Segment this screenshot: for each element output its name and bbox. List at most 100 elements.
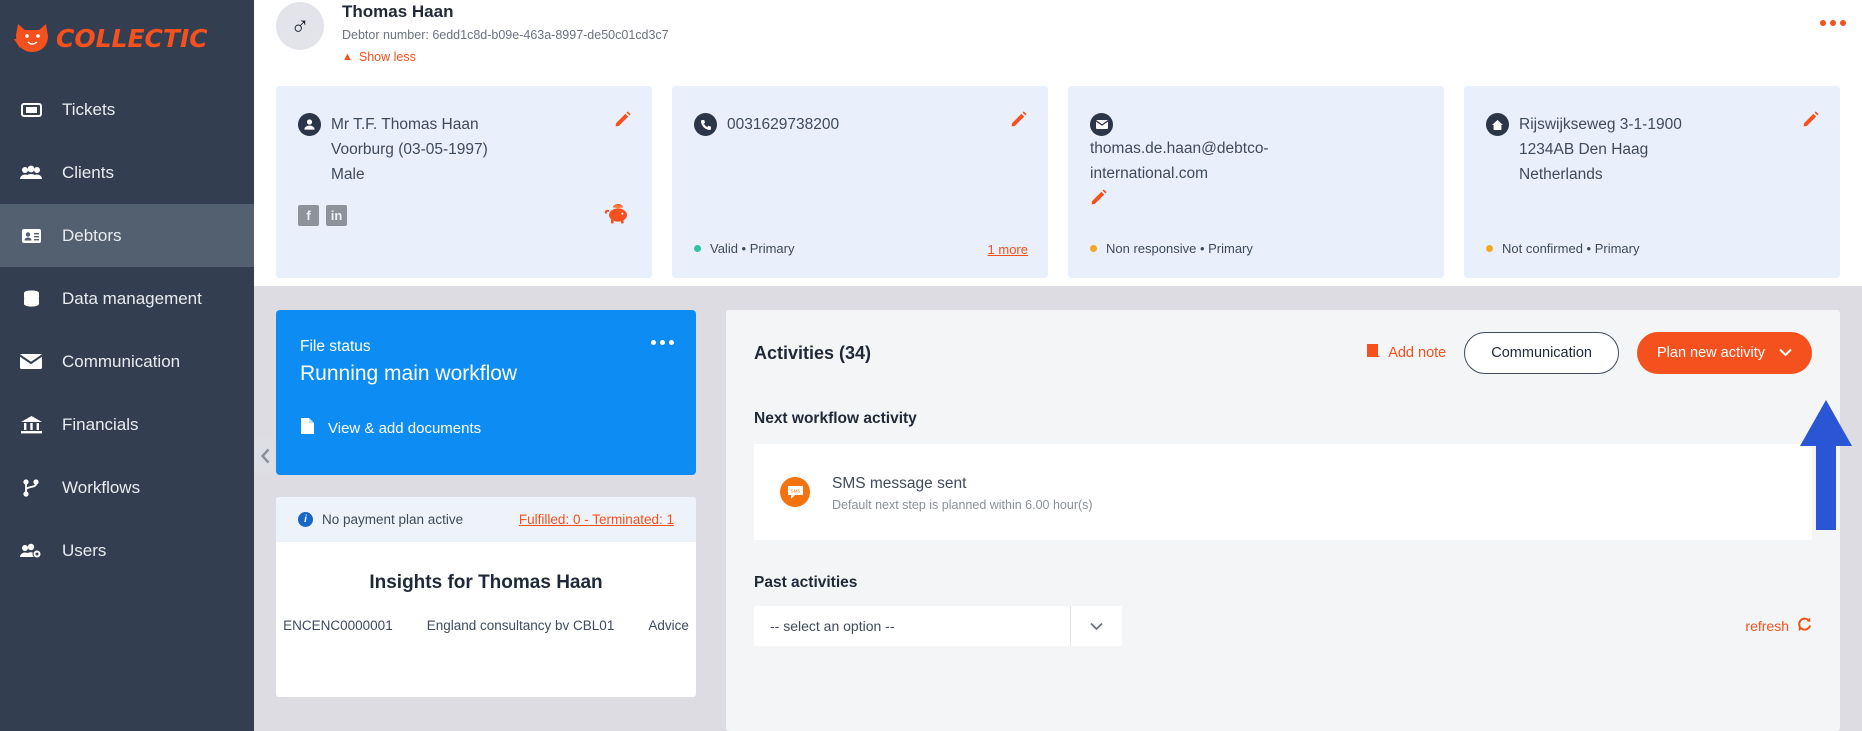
phone-details: 0031629738200 (727, 112, 839, 137)
status-dot-icon (1486, 245, 1493, 252)
refresh-button[interactable]: refresh (1745, 617, 1812, 635)
address-details: Rijswijkseweg 3-1-1900 1234AB Den Haag N… (1519, 112, 1682, 187)
insights-columns: ENCENC0000001 England consultancy bv CBL… (276, 616, 696, 635)
sidebar-item-label: Workflows (62, 477, 141, 497)
sidebar-item-clients[interactable]: Clients (0, 141, 254, 204)
piggy-bank-icon[interactable] (604, 202, 630, 229)
view-add-documents-label: View & add documents (328, 419, 482, 437)
contact-cards: Mr T.F. Thomas Haan Voorburg (03-05-1997… (254, 74, 1862, 278)
pencil-icon[interactable] (1090, 188, 1422, 211)
linkedin-icon[interactable]: in (326, 205, 347, 226)
social-links: f in (298, 205, 347, 226)
activities-header: Activities (34) Add note Communication P… (754, 332, 1812, 374)
info-icon: i (298, 512, 313, 527)
page-title: Thomas Haan (342, 2, 454, 21)
note-icon (1367, 344, 1381, 362)
activities-title: Activities (34) (754, 342, 872, 363)
insights-col: England consultancy bv CBL01 (426, 618, 615, 633)
status-label: Non responsive • Primary (1106, 241, 1253, 256)
fox-logo-icon (12, 19, 54, 57)
address-line: 1234AB Den Haag (1519, 141, 1649, 158)
status-badge: Not confirmed • Primary (1486, 241, 1639, 256)
insights-title: Insights for Thomas Haan (369, 572, 603, 593)
sidebar-item-workflows[interactable]: Workflows (0, 456, 254, 519)
activities-panel: Activities (34) Add note Communication P… (726, 310, 1840, 731)
insights-card: i No payment plan active Fulfilled: 0 - … (276, 497, 696, 697)
svg-text:SMS: SMS (790, 488, 800, 493)
sidebar-item-label: Data management (62, 288, 202, 308)
next-activity-item[interactable]: SMS SMS message sent Default next step i… (754, 444, 1812, 540)
past-activities-heading: Past activities (754, 574, 858, 591)
sidebar-item-data-management[interactable]: Data management (0, 267, 254, 330)
status-label: Not confirmed • Primary (1502, 241, 1640, 256)
communication-button[interactable]: Communication (1464, 332, 1619, 374)
person-line: Mr T.F. Thomas Haan (331, 116, 479, 133)
pencil-icon[interactable] (1010, 110, 1028, 133)
insights-col: ENCENC0000001 (283, 618, 393, 633)
sidebar-item-label: Tickets (62, 99, 116, 119)
next-activity-subtitle: Default next step is planned within 6.00… (832, 497, 1093, 512)
document-icon (300, 417, 315, 439)
facebook-icon[interactable]: f (298, 205, 319, 226)
refresh-label: refresh (1745, 618, 1789, 634)
sidebar-item-debtors[interactable]: Debtors (0, 204, 254, 267)
ticket-icon (14, 102, 48, 118)
phone-more-link[interactable]: 1 more (988, 242, 1028, 257)
app-root: COLLECTIC Tickets Clients Debtors Data m… (0, 0, 1862, 731)
file-status-overflow-menu[interactable] (651, 340, 674, 345)
sidebar-nav: Tickets Clients Debtors Data management (0, 78, 254, 582)
sidebar-item-label: Users (62, 540, 107, 560)
envelope-icon (14, 354, 48, 369)
email-line: international.com (1090, 165, 1209, 182)
brand-logo[interactable]: COLLECTIC (0, 0, 254, 62)
status-dot-icon (1090, 245, 1097, 252)
person-details: Mr T.F. Thomas Haan Voorburg (03-05-1997… (331, 112, 488, 187)
header-overflow-menu[interactable] (1820, 20, 1846, 26)
next-activity-title: SMS message sent (832, 474, 967, 492)
file-status-value: Running main workflow (300, 362, 518, 385)
add-note-button[interactable]: Add note (1367, 344, 1446, 362)
file-status-card: File status Running main workflow View &… (276, 310, 696, 475)
brand-name: COLLECTIC (56, 23, 208, 53)
show-less-toggle[interactable]: ▲ Show less (342, 50, 669, 64)
sidebar-item-communication[interactable]: Communication (0, 330, 254, 393)
debtor-number: Debtor number: 6edd1c8d-b09e-463a-8997-d… (342, 28, 669, 42)
contact-card-person: Mr T.F. Thomas Haan Voorburg (03-05-1997… (276, 86, 652, 278)
add-note-label: Add note (1388, 345, 1447, 361)
users-cog-icon (14, 543, 48, 559)
main-content: ♂ Thomas Haan Debtor number: 6edd1c8d-b0… (254, 0, 1862, 731)
sidebar-item-users[interactable]: Users (0, 519, 254, 582)
payment-plan-text: No payment plan active (322, 512, 464, 527)
sidebar-item-label: Debtors (62, 225, 122, 245)
sidebar: COLLECTIC Tickets Clients Debtors Data m… (0, 0, 254, 731)
show-less-label: Show less (358, 50, 416, 64)
sidebar-collapse-button[interactable] (254, 439, 276, 473)
payment-plan-bar: i No payment plan active Fulfilled: 0 - … (276, 497, 696, 542)
sidebar-item-financials[interactable]: Financials (0, 393, 254, 456)
envelope-icon (1090, 113, 1113, 136)
next-workflow-activity-heading: Next workflow activity (754, 410, 917, 427)
chevron-down-icon (1070, 606, 1122, 646)
status-label: Valid • Primary (710, 241, 795, 256)
email-line: thomas.de.haan@debtco- (1090, 140, 1269, 157)
address-line: Netherlands (1519, 166, 1603, 183)
pencil-icon[interactable] (1802, 110, 1820, 133)
bank-icon (14, 415, 48, 434)
pencil-icon[interactable] (614, 110, 632, 133)
database-icon (14, 289, 48, 308)
plan-new-activity-button[interactable]: Plan new activity (1637, 332, 1812, 374)
chevron-left-icon (260, 448, 271, 464)
phone-icon (694, 113, 717, 136)
debtor-summary: Thomas Haan Debtor number: 6edd1c8d-b09e… (342, 0, 669, 64)
sidebar-item-label: Financials (62, 414, 139, 434)
id-card-icon (14, 228, 48, 244)
payment-plan-link[interactable]: Fulfilled: 0 - Terminated: 1 (519, 512, 674, 527)
past-activities-select-value: -- select an option -- (770, 618, 895, 634)
right-column: Activities (34) Add note Communication P… (726, 310, 1840, 731)
person-line: Voorburg (03-05-1997) (331, 141, 488, 158)
view-add-documents-link[interactable]: View & add documents (300, 417, 672, 439)
past-activities-select[interactable]: -- select an option -- (754, 606, 1122, 646)
status-badge: Non responsive • Primary (1090, 241, 1253, 256)
sidebar-item-tickets[interactable]: Tickets (0, 78, 254, 141)
activities-actions: Add note Communication Plan new activity (1367, 332, 1812, 374)
